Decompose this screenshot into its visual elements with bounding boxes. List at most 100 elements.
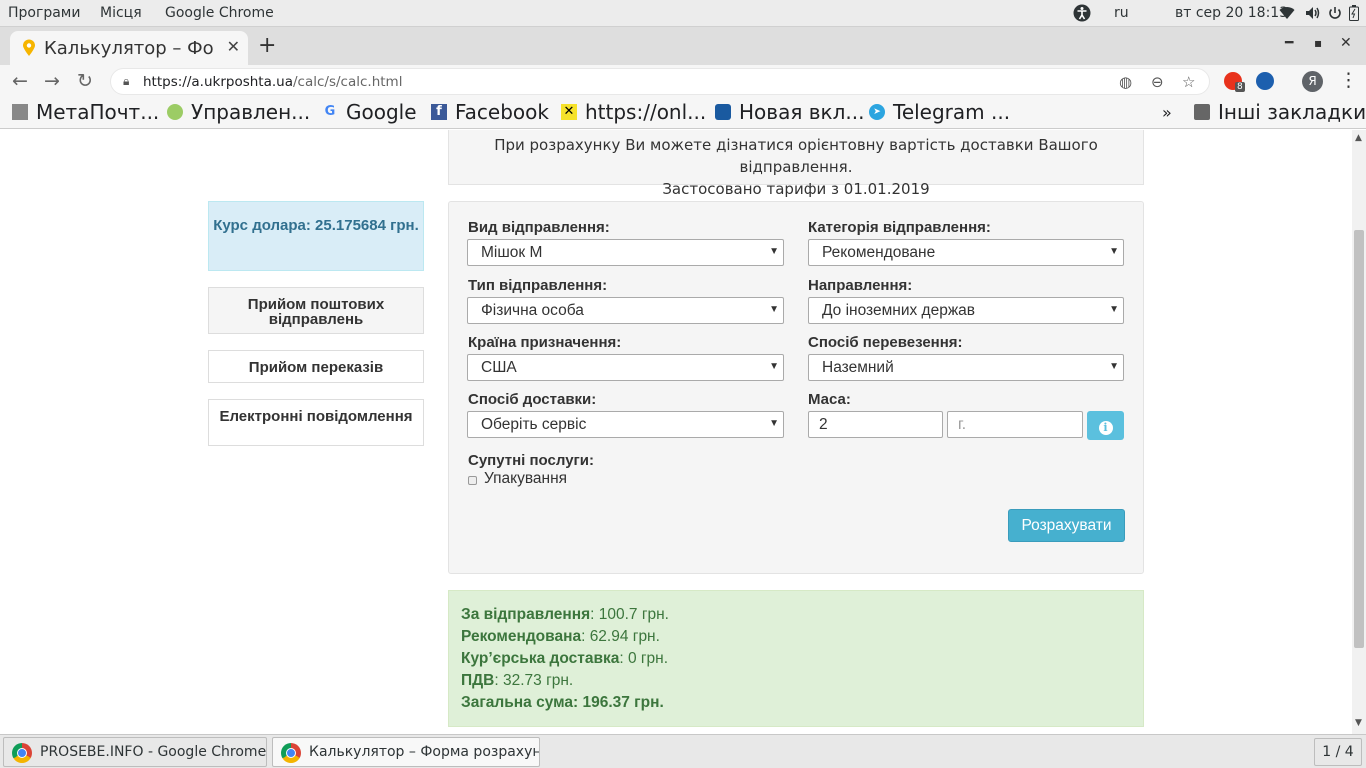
bookmark-upravlen[interactable]: Управлен... xyxy=(167,100,310,124)
chrome-icon xyxy=(281,743,301,763)
notice-line: При розрахунку Ви можете дізнатися орієн… xyxy=(494,136,1098,176)
info-icon: i xyxy=(1098,421,1113,435)
sender-type-label: Тип відправлення: xyxy=(468,277,608,294)
bookmark-telegram[interactable]: ➤ Telegram ... xyxy=(869,100,1010,124)
browser-toolbar: ← → ↻ 🔒︎ https://a.ukrposhta.ua/calc/s/c… xyxy=(0,65,1366,98)
dropdown-arrow-icon: ▼ xyxy=(769,418,779,429)
bookmark-facebook[interactable]: f Facebook xyxy=(431,100,549,124)
page-scrollbar[interactable]: ▲ ▼ xyxy=(1352,130,1366,734)
dropdown-arrow-icon: ▼ xyxy=(769,246,779,257)
address-bar[interactable]: 🔒︎ https://a.ukrposhta.ua/calc/s/calc.ht… xyxy=(110,68,1210,95)
close-icon[interactable]: ✕ xyxy=(227,37,240,56)
result-row: ПДВ: 32.73 грн. xyxy=(461,672,574,689)
web-page: При розрахунку Ви можете дізнатися орієн… xyxy=(0,130,1352,734)
accessibility-icon[interactable] xyxy=(1073,4,1091,26)
transport-select[interactable]: Наземний ▼ xyxy=(808,354,1124,381)
country-select[interactable]: США ▼ xyxy=(467,354,784,381)
dropdown-arrow-icon: ▼ xyxy=(1109,304,1119,315)
cookie-blocked-icon[interactable]: ◍ xyxy=(1119,73,1132,91)
postal-acceptance-button[interactable]: Прийом поштових відправлень xyxy=(208,287,424,334)
result-total: Загальна сума: 196.37 грн. xyxy=(461,694,664,711)
power-icon[interactable] xyxy=(1328,6,1342,24)
bookmark-star-icon[interactable]: ☆ xyxy=(1182,73,1195,91)
e-notifications-button[interactable]: Електронні повідомлення xyxy=(208,399,424,446)
chrome-icon xyxy=(12,743,32,763)
dollar-rate-box: Курс долара: 25.175684 грн. xyxy=(208,201,424,271)
window-close-icon[interactable]: ✕ xyxy=(1340,35,1352,51)
mass-label: Маса: xyxy=(808,391,851,408)
workspace-pager[interactable]: 1 / 4 xyxy=(1314,738,1362,766)
bookmark-onl[interactable]: ✕ https://onl... xyxy=(561,100,706,124)
wifi-icon[interactable] xyxy=(1279,6,1295,24)
facebook-icon: f xyxy=(431,104,447,120)
tariff-notice: При розрахунку Ви можете дізнатися орієн… xyxy=(448,130,1144,198)
volume-icon[interactable] xyxy=(1305,6,1321,24)
scroll-down-arrow-icon[interactable]: ▼ xyxy=(1355,718,1362,728)
places-menu[interactable]: Місця xyxy=(100,5,142,21)
result-row: За відправлення: 100.7 грн. xyxy=(461,606,669,623)
dropdown-arrow-icon: ▼ xyxy=(1109,246,1119,257)
packing-label[interactable]: Упакування xyxy=(484,470,567,488)
packing-checkbox[interactable] xyxy=(468,476,477,485)
maximize-icon[interactable]: ▪ xyxy=(1314,36,1322,50)
delivery-label: Спосіб доставки: xyxy=(468,391,597,408)
extension-badge: 8 xyxy=(1235,82,1245,92)
bookmark-metapochta[interactable]: МетаПочт... xyxy=(12,100,159,124)
fedora-extension-icon[interactable] xyxy=(1256,72,1274,90)
calculate-button[interactable]: Розрахувати xyxy=(1008,509,1125,542)
tab-strip: Калькулятор – Фо ✕ + ━ ▪ ✕ xyxy=(0,27,1366,65)
system-top-bar: Програми Місця Google Chrome ru вт сер 2… xyxy=(0,0,1366,27)
dropdown-arrow-icon: ▼ xyxy=(1109,361,1119,372)
back-arrow-icon[interactable]: ← xyxy=(12,70,28,92)
map-pin-icon xyxy=(22,39,36,57)
smiley-icon xyxy=(167,104,183,120)
keyboard-layout[interactable]: ru xyxy=(1114,5,1129,21)
direction-select[interactable]: До іноземних держав ▼ xyxy=(808,297,1124,324)
dropdown-arrow-icon: ▼ xyxy=(769,361,779,372)
country-label: Країна призначення: xyxy=(468,334,622,351)
calculation-result: За відправлення: 100.7 грн. Рекомендован… xyxy=(448,590,1144,727)
bookmarks-bar: МетаПочт... Управлен... G Google f Faceboo… xyxy=(0,98,1366,129)
shipment-type-label: Вид відправлення: xyxy=(468,219,610,236)
telegram-icon: ➤ xyxy=(869,104,885,120)
browser-tab-calculator[interactable]: Калькулятор – Фо ✕ xyxy=(10,31,248,65)
sender-type-select[interactable]: Фізична особа ▼ xyxy=(467,297,784,324)
taskbar-window-calculator[interactable]: Калькулятор – Форма розрахунку... xyxy=(272,737,540,767)
folder-icon xyxy=(1194,104,1210,120)
bookmark-google[interactable]: G Google xyxy=(322,100,417,124)
category-select[interactable]: Рекомендоване ▼ xyxy=(808,239,1124,266)
bookmark-new-tab[interactable]: Новая вкл... xyxy=(715,100,864,124)
scroll-up-arrow-icon[interactable]: ▲ xyxy=(1355,133,1362,143)
clock[interactable]: вт сер 20 18:13 xyxy=(1175,5,1288,21)
result-row: Рекомендована: 62.94 грн. xyxy=(461,628,660,645)
new-tab-plus-icon[interactable]: + xyxy=(258,33,276,58)
transport-label: Спосіб перевезення: xyxy=(808,334,963,351)
scrollbar-thumb[interactable] xyxy=(1354,230,1364,648)
transfers-button[interactable]: Прийом переказів xyxy=(208,350,424,383)
menu-kebab-icon[interactable]: ⋮ xyxy=(1339,69,1358,91)
category-label: Категорія відправлення: xyxy=(808,219,991,236)
bookmark-favicon-icon xyxy=(12,104,28,120)
reload-icon[interactable]: ↻ xyxy=(77,70,93,92)
other-bookmarks[interactable]: Інші закладки xyxy=(1194,100,1366,124)
calculator-form: Вид відправлення: Мішок М ▼ Категорія від… xyxy=(448,201,1144,574)
applications-menu[interactable]: Програми xyxy=(8,5,80,21)
forward-arrow-icon[interactable]: → xyxy=(44,70,60,92)
bookmarks-overflow-chevron[interactable]: » xyxy=(1162,103,1172,122)
mass-kg-input[interactable]: 2 xyxy=(808,411,943,438)
raiffeisen-icon: ✕ xyxy=(561,104,577,120)
taskbar-window-prosebe[interactable]: PROSEBE.INFO - Google Chrome xyxy=(3,737,267,767)
minimize-icon[interactable]: ━ xyxy=(1285,35,1293,51)
shipment-type-select[interactable]: Мішок М ▼ xyxy=(467,239,784,266)
battery-icon[interactable] xyxy=(1349,5,1359,25)
profile-avatar[interactable]: Я xyxy=(1302,71,1323,92)
zoom-icon[interactable]: ⊖ xyxy=(1151,73,1164,91)
mass-grams-input[interactable]: г. xyxy=(947,411,1083,438)
delivery-select[interactable]: Оберіть сервіс ▼ xyxy=(467,411,784,438)
result-row: Кур’єрська доставка: 0 грн. xyxy=(461,650,669,667)
url-text: https://a.ukrposhta.ua/calc/s/calc.html xyxy=(143,74,403,90)
app-menu[interactable]: Google Chrome xyxy=(165,5,274,21)
direction-label: Направлення: xyxy=(808,277,913,294)
info-button[interactable]: i xyxy=(1087,411,1124,440)
google-icon: G xyxy=(324,104,336,119)
